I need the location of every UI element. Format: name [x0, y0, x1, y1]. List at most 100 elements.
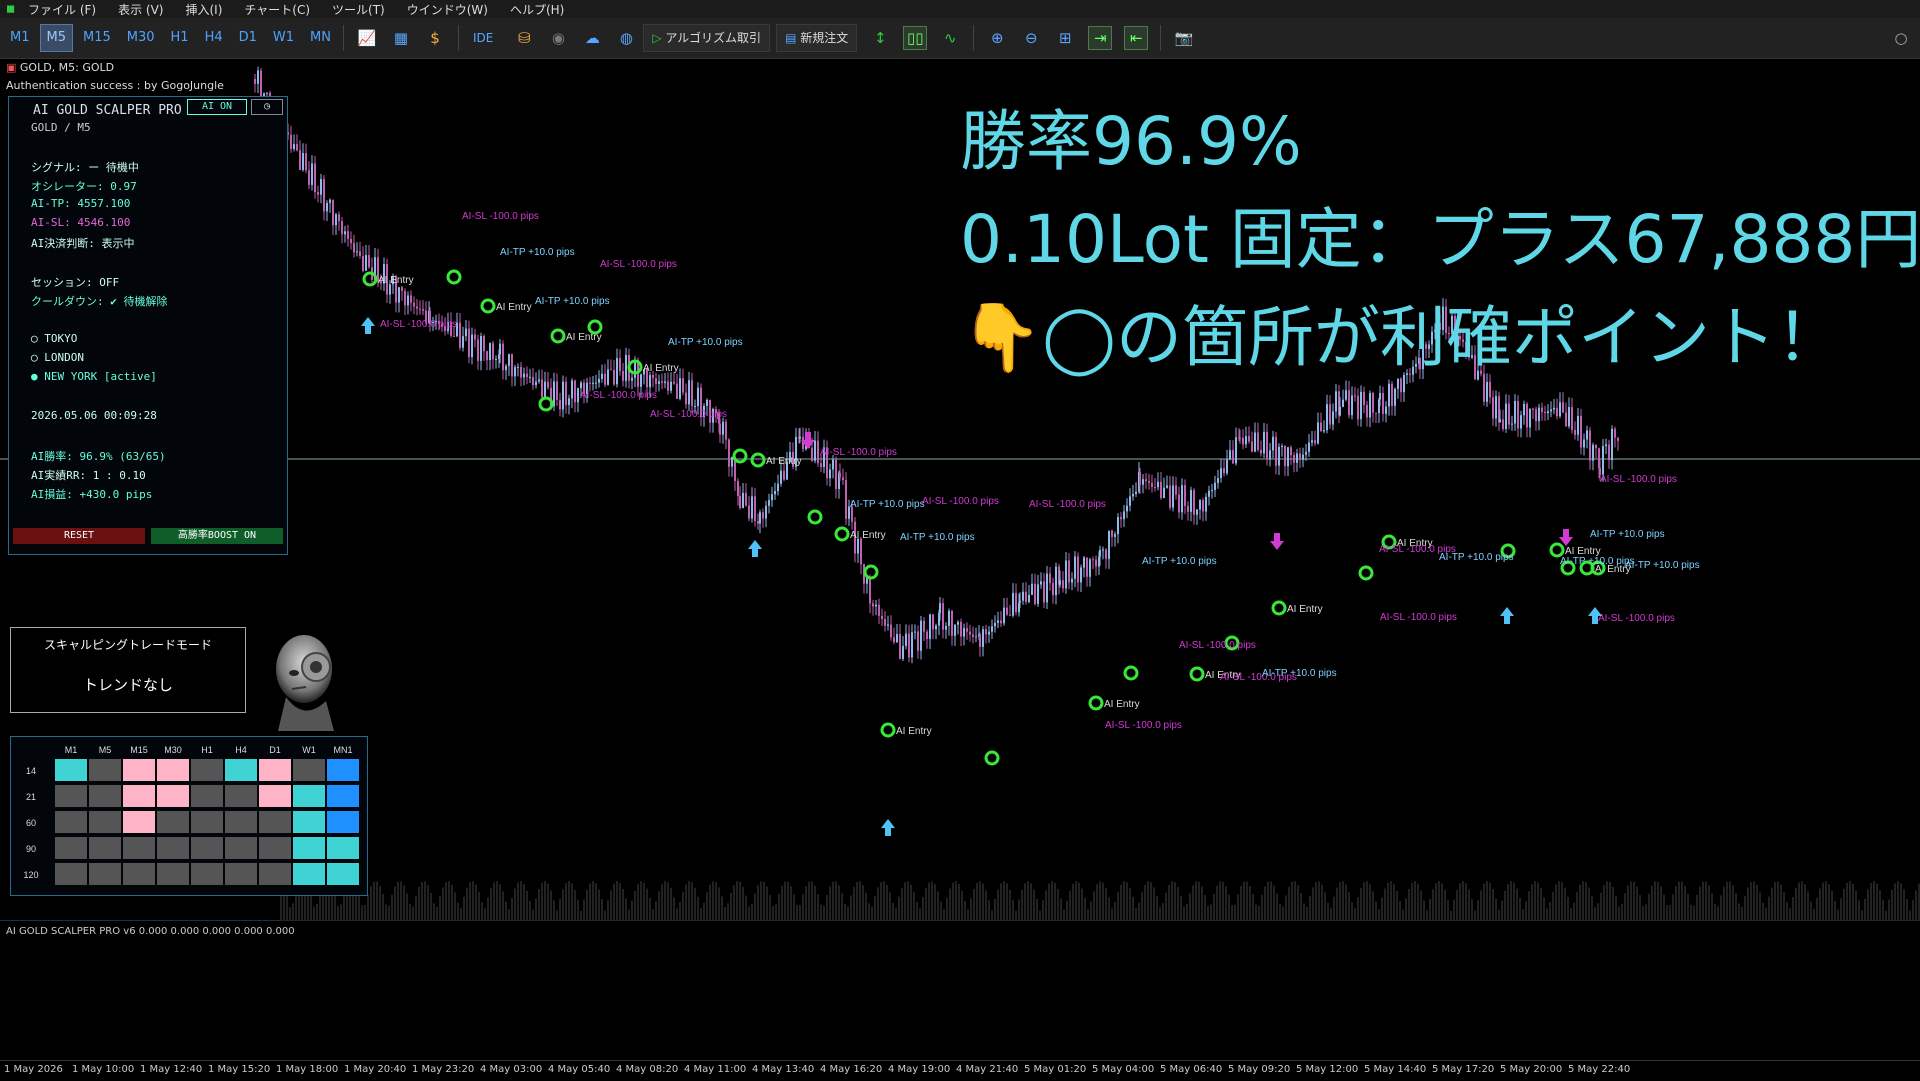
menu-tools[interactable]: ツール(T)	[332, 1, 385, 18]
volume-bar	[1387, 882, 1389, 921]
volume-bar	[1693, 905, 1695, 921]
volume-bar	[1129, 887, 1131, 921]
candle-body	[1205, 496, 1207, 512]
candle-body	[1375, 412, 1377, 414]
timeframe-d1[interactable]: D1	[233, 25, 263, 51]
screenshot-icon[interactable]: 📷	[1173, 27, 1195, 49]
boost-button[interactable]: 高勝率BOOST ON	[151, 528, 283, 544]
volume-bar	[1732, 885, 1734, 921]
volume-bar	[1885, 910, 1887, 921]
ai-on-button[interactable]: AI ON	[187, 99, 247, 115]
cooldown-status: クールダウン: ✔ 待機解除	[31, 295, 168, 308]
volume-bar	[856, 881, 858, 921]
candles-icon[interactable]: ▯▯	[903, 26, 928, 50]
volume-bar	[787, 881, 789, 921]
volume-bar	[1156, 896, 1158, 921]
grid-icon[interactable]: ⊞	[1054, 27, 1076, 49]
zoom-out-icon[interactable]: ⊖	[1020, 27, 1042, 49]
volume-bar	[1081, 888, 1083, 921]
candle-body	[1254, 432, 1256, 452]
menu-chart[interactable]: チャート(C)	[244, 1, 310, 18]
candle-body	[1559, 402, 1561, 417]
chart-shift-icon[interactable]: ⇤	[1124, 26, 1149, 50]
timeframe-m15[interactable]: M15	[77, 25, 117, 51]
candle-body	[1351, 395, 1353, 416]
volume-bar	[730, 892, 732, 921]
candle-body	[1586, 430, 1588, 440]
algo-trading-button[interactable]: ▷ アルゴリズム取引	[643, 24, 771, 52]
reset-button[interactable]: RESET	[13, 528, 145, 544]
new-order-icon: ▤	[785, 31, 801, 45]
zoom-in-icon[interactable]: ⊕	[986, 27, 1008, 49]
menu-view[interactable]: 表示 (V)	[118, 1, 163, 18]
indicators-icon[interactable]: ▦	[390, 27, 412, 49]
volume-bar	[1669, 905, 1671, 921]
candle-body	[842, 477, 844, 481]
volume-bar	[1735, 892, 1737, 921]
cloud-icon[interactable]: ☁	[581, 27, 603, 49]
candle-body	[1217, 477, 1219, 483]
volume-bar	[1285, 895, 1287, 921]
time-tick-label: 1 May 12:40	[140, 1064, 203, 1075]
matrix-cell	[259, 811, 291, 833]
matrix-cell	[55, 863, 87, 885]
volume-bar	[1126, 882, 1128, 921]
menu-file[interactable]: ファイル (F)	[28, 1, 96, 18]
timeframe-h4[interactable]: H4	[199, 25, 229, 51]
signal-icon[interactable]: ◉	[547, 27, 569, 49]
volume-bar	[406, 893, 408, 921]
volume-bar	[694, 887, 696, 921]
volume-bar	[1249, 885, 1251, 921]
new-order-button[interactable]: ▤ 新規注文	[776, 24, 858, 52]
candle-body	[817, 440, 819, 464]
candle-body	[1151, 482, 1153, 487]
candle-body	[771, 494, 773, 501]
volume-bar	[862, 885, 864, 921]
volume-bar	[457, 902, 459, 921]
candle-body	[353, 243, 355, 253]
menu-window[interactable]: ウインドウ(W)	[407, 1, 488, 18]
volume-bar	[949, 888, 951, 921]
bag-icon[interactable]: ⛁	[513, 27, 535, 49]
candle-body	[565, 381, 567, 406]
candle-body	[685, 392, 687, 405]
globe-icon[interactable]: ◍	[615, 27, 637, 49]
volume-bar	[1219, 881, 1221, 921]
chart-type-icon[interactable]: 📈	[356, 27, 378, 49]
autoscroll-icon[interactable]: ⇥	[1088, 26, 1113, 50]
menu-help[interactable]: ヘルプ(H)	[510, 1, 564, 18]
tp-label: AI-TP +10.0 pips	[1262, 668, 1337, 679]
line-chart-icon[interactable]: ∿	[939, 27, 961, 49]
buy-sell-icon[interactable]: ↕	[869, 27, 891, 49]
timeframe-h1[interactable]: H1	[165, 25, 195, 51]
timeframe-m1[interactable]: M1	[4, 25, 36, 51]
time-tick-label: 1 May 10:00	[72, 1064, 135, 1075]
volume-bar	[1558, 881, 1560, 921]
timeframe-w1[interactable]: W1	[267, 25, 300, 51]
volume-bar	[1663, 894, 1665, 921]
entry-circle	[1358, 565, 1374, 581]
candle-body	[811, 447, 813, 461]
volume-bar	[928, 882, 930, 921]
candle-body	[1547, 411, 1549, 414]
candle-body	[832, 459, 834, 470]
volume-bar	[1747, 887, 1749, 921]
ide-button[interactable]: IDE	[465, 25, 501, 51]
candle-body	[1354, 395, 1356, 397]
candle-body	[799, 436, 801, 439]
menu-insert[interactable]: 挿入(I)	[185, 1, 222, 18]
volume-bar	[514, 888, 516, 921]
volume-bar	[919, 908, 921, 921]
volume-bar	[1351, 902, 1353, 921]
dollar-icon[interactable]: $	[424, 27, 446, 49]
timeframe-m30[interactable]: M30	[121, 25, 161, 51]
volume-bar	[769, 895, 771, 921]
clock-icon[interactable]: ◷	[251, 99, 283, 115]
volume-bar	[286, 896, 288, 921]
timeframe-mn[interactable]: MN	[304, 25, 337, 51]
search-icon[interactable]: ○	[1890, 27, 1912, 49]
volume-bar	[658, 891, 660, 921]
volume-bar	[604, 910, 606, 921]
ai-tp-value: AI-TP: 4557.100	[31, 197, 131, 210]
timeframe-m5[interactable]: M5	[39, 24, 73, 52]
